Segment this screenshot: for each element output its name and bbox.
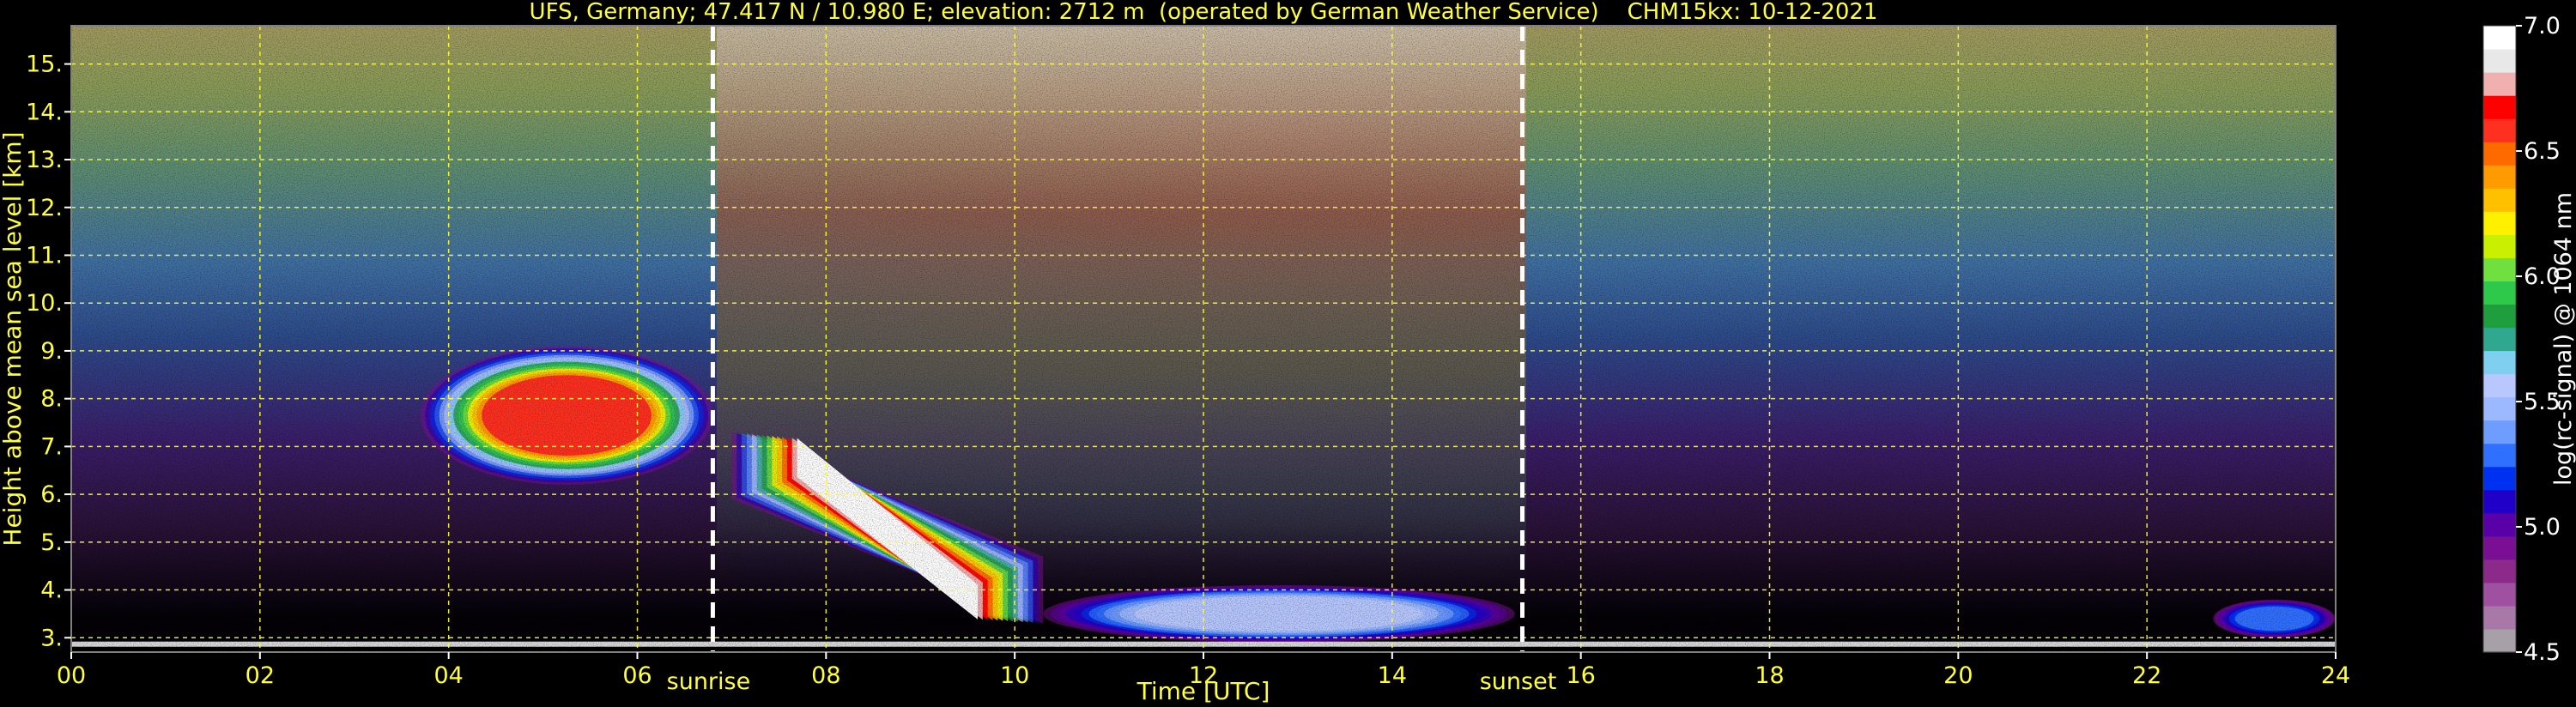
x-tick-label: 16 bbox=[1566, 662, 1595, 689]
y-tick-label: 12. bbox=[26, 195, 63, 221]
y-tick-label: 13. bbox=[26, 147, 63, 173]
y-tick-label: 5. bbox=[40, 529, 63, 556]
colorbar-segment bbox=[2483, 373, 2516, 398]
ceilometer-figure: sunrise sunset 00 02 04 06 08 10 12 14 16 18 20 22 24… bbox=[0, 0, 2576, 705]
colorbar-segment bbox=[2483, 188, 2516, 212]
colorbar-segment bbox=[2483, 489, 2516, 514]
colorbar-label: log(rc-signal) @ 1064 nm bbox=[2550, 192, 2576, 486]
chart-title: UFS, Germany; 47.417 N / 10.980 E; eleva… bbox=[530, 0, 1878, 25]
y-tick-label: 15. bbox=[26, 51, 63, 78]
x-tick-label: 20 bbox=[1943, 662, 1973, 689]
colorbar-segment bbox=[2483, 72, 2516, 96]
y-axis-ticks: 3. 4. 5. 6. 7. 8. 9. 10. 11. 12. 13. 14. 15. bbox=[26, 51, 71, 651]
x-tick-label: 18 bbox=[1755, 662, 1784, 689]
colorbar-segment bbox=[2483, 466, 2516, 491]
y-tick-label: 11. bbox=[26, 242, 63, 269]
y-tick-label: 7. bbox=[40, 433, 63, 460]
colorbar: 7.06.56.05.55.04.5 bbox=[2482, 13, 2561, 666]
x-tick-label: 04 bbox=[433, 662, 463, 689]
colorbar-segment bbox=[2483, 142, 2516, 166]
colorbar-segment bbox=[2483, 26, 2516, 50]
colorbar-segment bbox=[2483, 165, 2516, 189]
colorbar-segment bbox=[2483, 559, 2516, 583]
x-tick-label: 24 bbox=[2321, 662, 2350, 689]
y-tick-label: 10. bbox=[26, 290, 63, 317]
colorbar-segment bbox=[2483, 582, 2516, 607]
x-tick-label: 10 bbox=[1000, 662, 1029, 689]
y-tick-label: 3. bbox=[40, 625, 63, 651]
x-tick-label: 08 bbox=[811, 662, 840, 689]
colorbar-segment bbox=[2483, 420, 2516, 444]
colorbar-segment bbox=[2483, 350, 2516, 375]
colorbar-segment bbox=[2483, 628, 2516, 653]
y-tick-label: 8. bbox=[40, 386, 63, 413]
y-axis-label: Height above mean sea level [km] bbox=[0, 131, 27, 546]
colorbar-segment bbox=[2483, 512, 2516, 537]
colorbar-segment bbox=[2483, 49, 2516, 73]
colorbar-tick-label: 4.5 bbox=[2524, 639, 2561, 666]
colorbar-tick-label: 7.0 bbox=[2524, 13, 2561, 39]
colorbar-segment bbox=[2483, 95, 2516, 119]
y-tick-label: 4. bbox=[40, 577, 63, 604]
y-tick-label: 9. bbox=[40, 338, 63, 365]
x-tick-label: 06 bbox=[622, 662, 652, 689]
x-tick-label: 02 bbox=[245, 662, 275, 689]
x-tick-label: 22 bbox=[2132, 662, 2161, 689]
colorbar-tick-label: 5.0 bbox=[2524, 514, 2561, 541]
x-tick-label: 14 bbox=[1378, 662, 1407, 689]
y-tick-label: 14. bbox=[26, 99, 63, 125]
colorbar-segment bbox=[2483, 304, 2516, 329]
colorbar-tick-label: 6.5 bbox=[2524, 138, 2561, 165]
colorbar-segment bbox=[2483, 257, 2516, 282]
colorbar-segment bbox=[2483, 535, 2516, 560]
sun-marker-label: sunset bbox=[1480, 668, 1557, 695]
colorbar-segment bbox=[2483, 234, 2516, 258]
y-tick-label: 6. bbox=[40, 481, 63, 508]
colorbar-segment bbox=[2483, 443, 2516, 468]
colorbar-segment bbox=[2483, 605, 2516, 630]
colorbar-segment bbox=[2483, 118, 2516, 142]
colorbar-segment bbox=[2483, 396, 2516, 421]
x-axis-label: Time [UTC] bbox=[1136, 677, 1270, 705]
colorbar-segment bbox=[2483, 211, 2516, 235]
x-tick-label: 00 bbox=[57, 662, 86, 689]
colorbar-segment bbox=[2483, 281, 2516, 305]
sun-marker-label: sunrise bbox=[667, 668, 751, 695]
colorbar-segment bbox=[2483, 327, 2516, 352]
